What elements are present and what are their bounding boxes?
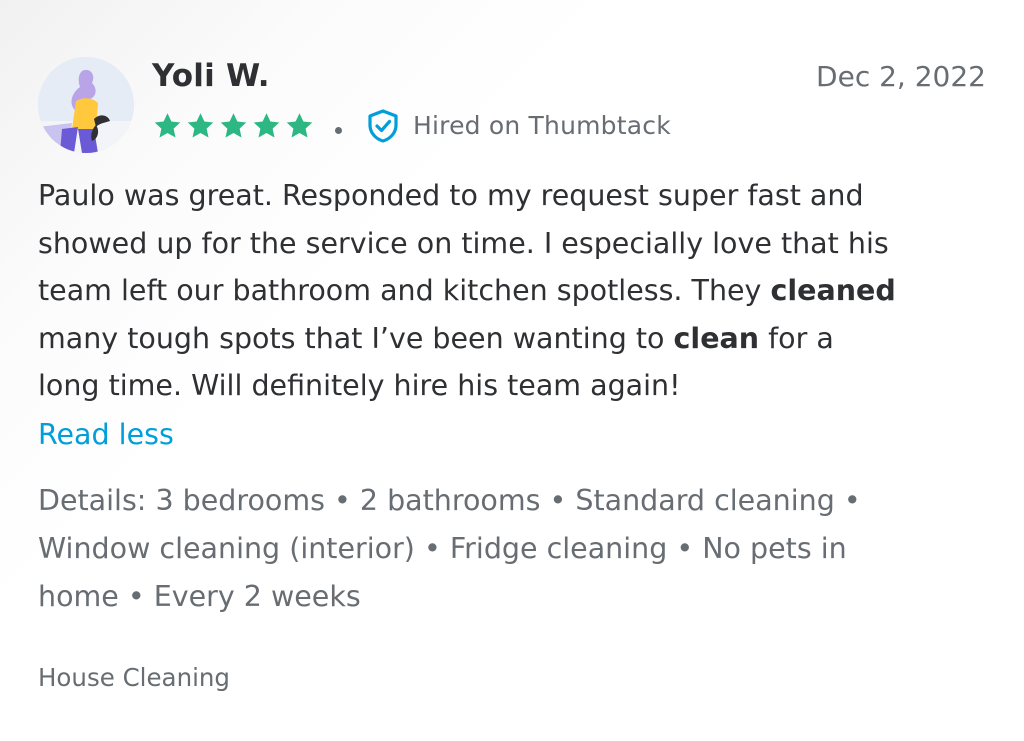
star-icon	[251, 111, 282, 141]
star-rating	[152, 111, 315, 141]
star-icon	[284, 111, 315, 141]
rating-row: Hired on Thumbtack	[152, 106, 671, 146]
read-less-link[interactable]: Read less	[38, 411, 174, 458]
hired-on-thumbtack-label: Hired on Thumbtack	[413, 111, 671, 140]
review-text-line: showed up for the service on time. I esp…	[38, 220, 998, 268]
review-text-segment: many tough spots that I’ve been wanting …	[38, 321, 674, 355]
service-category: House Cleaning	[38, 663, 230, 692]
details-line: Window cleaning (interior) • Fridge clea…	[38, 532, 847, 565]
avatar	[38, 57, 134, 153]
review-text: Paulo was great. Responded to my request…	[38, 172, 998, 410]
avatar-illustration	[38, 57, 134, 153]
review-text-segment: long time. Will definitely hire his team…	[38, 369, 681, 402]
review-text-line: Paulo was great. Responded to my request…	[38, 172, 998, 220]
review-text-segment: for a	[759, 321, 834, 355]
star-icon	[185, 111, 216, 141]
details-line: home • Every 2 weeks	[38, 580, 361, 613]
star-icon	[152, 111, 183, 141]
review-text-line: many tough spots that I’ve been wanting …	[38, 315, 998, 363]
reviewer-name: Yoli W.	[152, 58, 270, 94]
review-date: Dec 2, 2022	[816, 60, 986, 93]
job-details: Details: 3 bedrooms • 2 bathrooms • Stan…	[38, 477, 998, 621]
review-text-line: team left our bathroom and kitchen spotl…	[38, 267, 998, 315]
review-text-line: long time. Will definitely hire his team…	[38, 362, 998, 410]
star-icon	[218, 111, 249, 141]
separator-dot	[335, 126, 342, 134]
review-text-segment: Paulo was great. Responded to my request…	[38, 179, 864, 212]
review-text-segment: team left our bathroom and kitchen spotl…	[38, 274, 771, 307]
shield-check-icon	[367, 109, 399, 143]
review-text-segment: showed up for the service on time. I esp…	[38, 226, 889, 260]
highlighted-keyword: clean	[673, 321, 760, 355]
details-line: Details: 3 bedrooms • 2 bathrooms • Stan…	[38, 484, 861, 517]
review-card: Yoli W. Dec 2, 2022 Hired on Thumbtack P…	[0, 0, 1024, 741]
highlighted-keyword: cleaned	[770, 274, 896, 307]
